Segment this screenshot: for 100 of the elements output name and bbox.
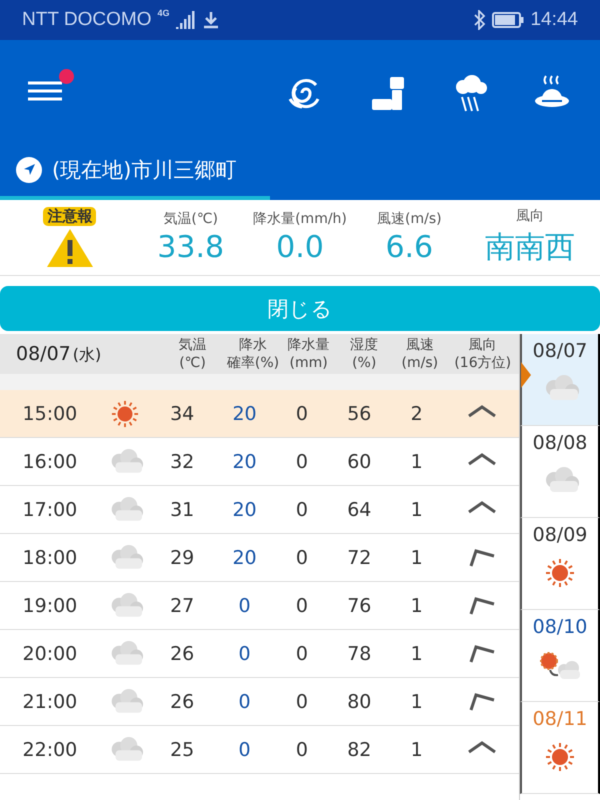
location-tab[interactable]: (現在地)市川三郷町 (0, 156, 270, 200)
table-cell-text: 80 (346, 690, 372, 712)
day-date: 08/07 (532, 340, 588, 362)
table-cell-text: 78 (346, 642, 372, 664)
table-cell-text: 19:00 (22, 594, 78, 616)
warning-label: 注意報 (43, 207, 96, 226)
table-cell-text: 82 (346, 738, 372, 760)
day-date: 08/11 (532, 708, 588, 730)
table-cell-text: 20 (231, 546, 258, 568)
network-type: 4G (157, 8, 170, 18)
table-cell-text: 22:00 (22, 738, 78, 760)
column-unit: (%) (352, 354, 376, 372)
table-cell-text: 0 (237, 594, 252, 616)
column-unit: 確率(%) (226, 354, 280, 372)
table-cell-text: 0 (294, 450, 309, 472)
table-cell-text: 20 (231, 498, 258, 520)
table-cell-text: 0 (237, 738, 252, 760)
hour-row[interactable]: 18:00 29 20 0 72 1 (0, 534, 519, 582)
table-cell-text: 26 (169, 690, 196, 712)
sun-icon (545, 742, 575, 772)
table-cell-text: 0 (294, 546, 309, 568)
table-cell-text: 1 (410, 594, 424, 616)
table-cell-text: 0 (294, 594, 309, 616)
battery-icon (492, 12, 524, 28)
column-header: 気温 (178, 336, 207, 354)
hour-row[interactable]: 17:00 31 20 0 64 1 (0, 486, 519, 534)
reading-value: 33.8 (157, 230, 224, 265)
hour-row[interactable]: 21:00 26 0 0 80 1 (0, 678, 519, 726)
table-cell-text: 0 (294, 642, 309, 664)
table-cell-text: 31 (169, 498, 196, 520)
table-cell-text: 1 (410, 738, 424, 760)
table-date: 08/07 (16, 342, 71, 364)
column-header: 降水量 (288, 336, 330, 354)
table-cell-text: 27 (169, 594, 196, 616)
warning-icon (46, 228, 94, 268)
day-tab[interactable]: 08/09 (520, 518, 600, 610)
sun-icon (110, 400, 139, 428)
reading-value: 南南西 (485, 229, 576, 267)
download-icon (202, 11, 220, 29)
table-cell-text: 21:00 (22, 690, 78, 712)
table-cell-text: 20:00 (22, 642, 78, 664)
table-cell-text: 16:00 (22, 450, 78, 472)
pointer-icon (521, 362, 531, 388)
table-cell-text: 1 (410, 498, 424, 520)
table-cell-text: 17:00 (22, 498, 78, 520)
table-cell-text: 26 (169, 642, 196, 664)
table-cell-text: 0 (237, 690, 252, 712)
day-date: 08/09 (532, 524, 588, 546)
hour-row[interactable]: 20:00 26 0 0 78 1 (0, 630, 519, 678)
table-cell-text: 15:00 (22, 402, 78, 424)
reading-value: 0.0 (276, 230, 324, 265)
table-cell-text: 0 (237, 642, 252, 664)
table-cell-text: 76 (346, 594, 372, 616)
table-cell-text: 64 (346, 498, 372, 520)
table-cell-text: 20 (231, 450, 258, 472)
table-weekday: (水) (72, 344, 102, 366)
column-unit: (m/s) (402, 354, 438, 372)
day-tab[interactable]: 08/07 (520, 334, 600, 426)
hour-row[interactable]: 15:00 34 20 0 56 2 (0, 390, 519, 438)
reading-label: 降水量(mm/h) (253, 210, 347, 228)
day-date: 08/10 (532, 616, 588, 638)
table-cell-text: 1 (410, 642, 424, 664)
table-cell-text: 32 (169, 450, 196, 472)
table-cell-text: 0 (294, 738, 309, 760)
reading-label: 気温(℃) (163, 210, 218, 228)
table-cell-text: 60 (346, 450, 372, 472)
carrier-name: NTT DOCOMO (22, 9, 152, 31)
table-cell-text: 25 (169, 738, 196, 760)
day-tab[interactable]: 08/08 (520, 426, 600, 518)
day-tab[interactable]: 08/10 (520, 610, 600, 702)
table-cell-text: 0 (294, 690, 309, 712)
sun-then-cloud-icon (538, 650, 582, 682)
table-cell-text: 1 (410, 450, 424, 472)
hour-row[interactable]: 19:00 27 0 0 76 1 (0, 582, 519, 630)
column-unit: (℃) (179, 354, 206, 372)
table-cell-text: 29 (169, 546, 196, 568)
table-cell-text: 34 (169, 402, 196, 424)
reading-label: 風速(m/s) (377, 210, 442, 228)
column-unit: (16方位) (454, 354, 512, 372)
column-header: 降水 (238, 336, 267, 354)
table-cell-text: 0 (294, 498, 309, 520)
column-header: 風向 (468, 336, 497, 354)
column-header: 湿度 (350, 336, 378, 354)
table-cell-text: 1 (410, 690, 424, 712)
day-date: 08/08 (532, 432, 588, 454)
table-cell-text: 72 (346, 546, 372, 568)
column-unit: (mm) (290, 354, 328, 372)
sun-icon (545, 558, 575, 588)
reading-label: 風向 (516, 207, 544, 225)
hour-row[interactable]: 16:00 32 20 0 60 1 (0, 438, 519, 486)
signal-icon (176, 11, 196, 29)
column-header: 風速 (406, 336, 434, 354)
clock-time: 14:44 (530, 9, 578, 31)
table-cell-text: 0 (294, 402, 309, 424)
reading-value: 6.6 (385, 230, 434, 265)
table-cell-text: 56 (346, 402, 372, 424)
table-cell-text: 2 (410, 402, 424, 424)
bluetooth-icon (474, 10, 486, 30)
hour-row[interactable]: 22:00 25 0 0 82 1 (0, 726, 519, 774)
table-cell-text: 1 (410, 546, 424, 568)
